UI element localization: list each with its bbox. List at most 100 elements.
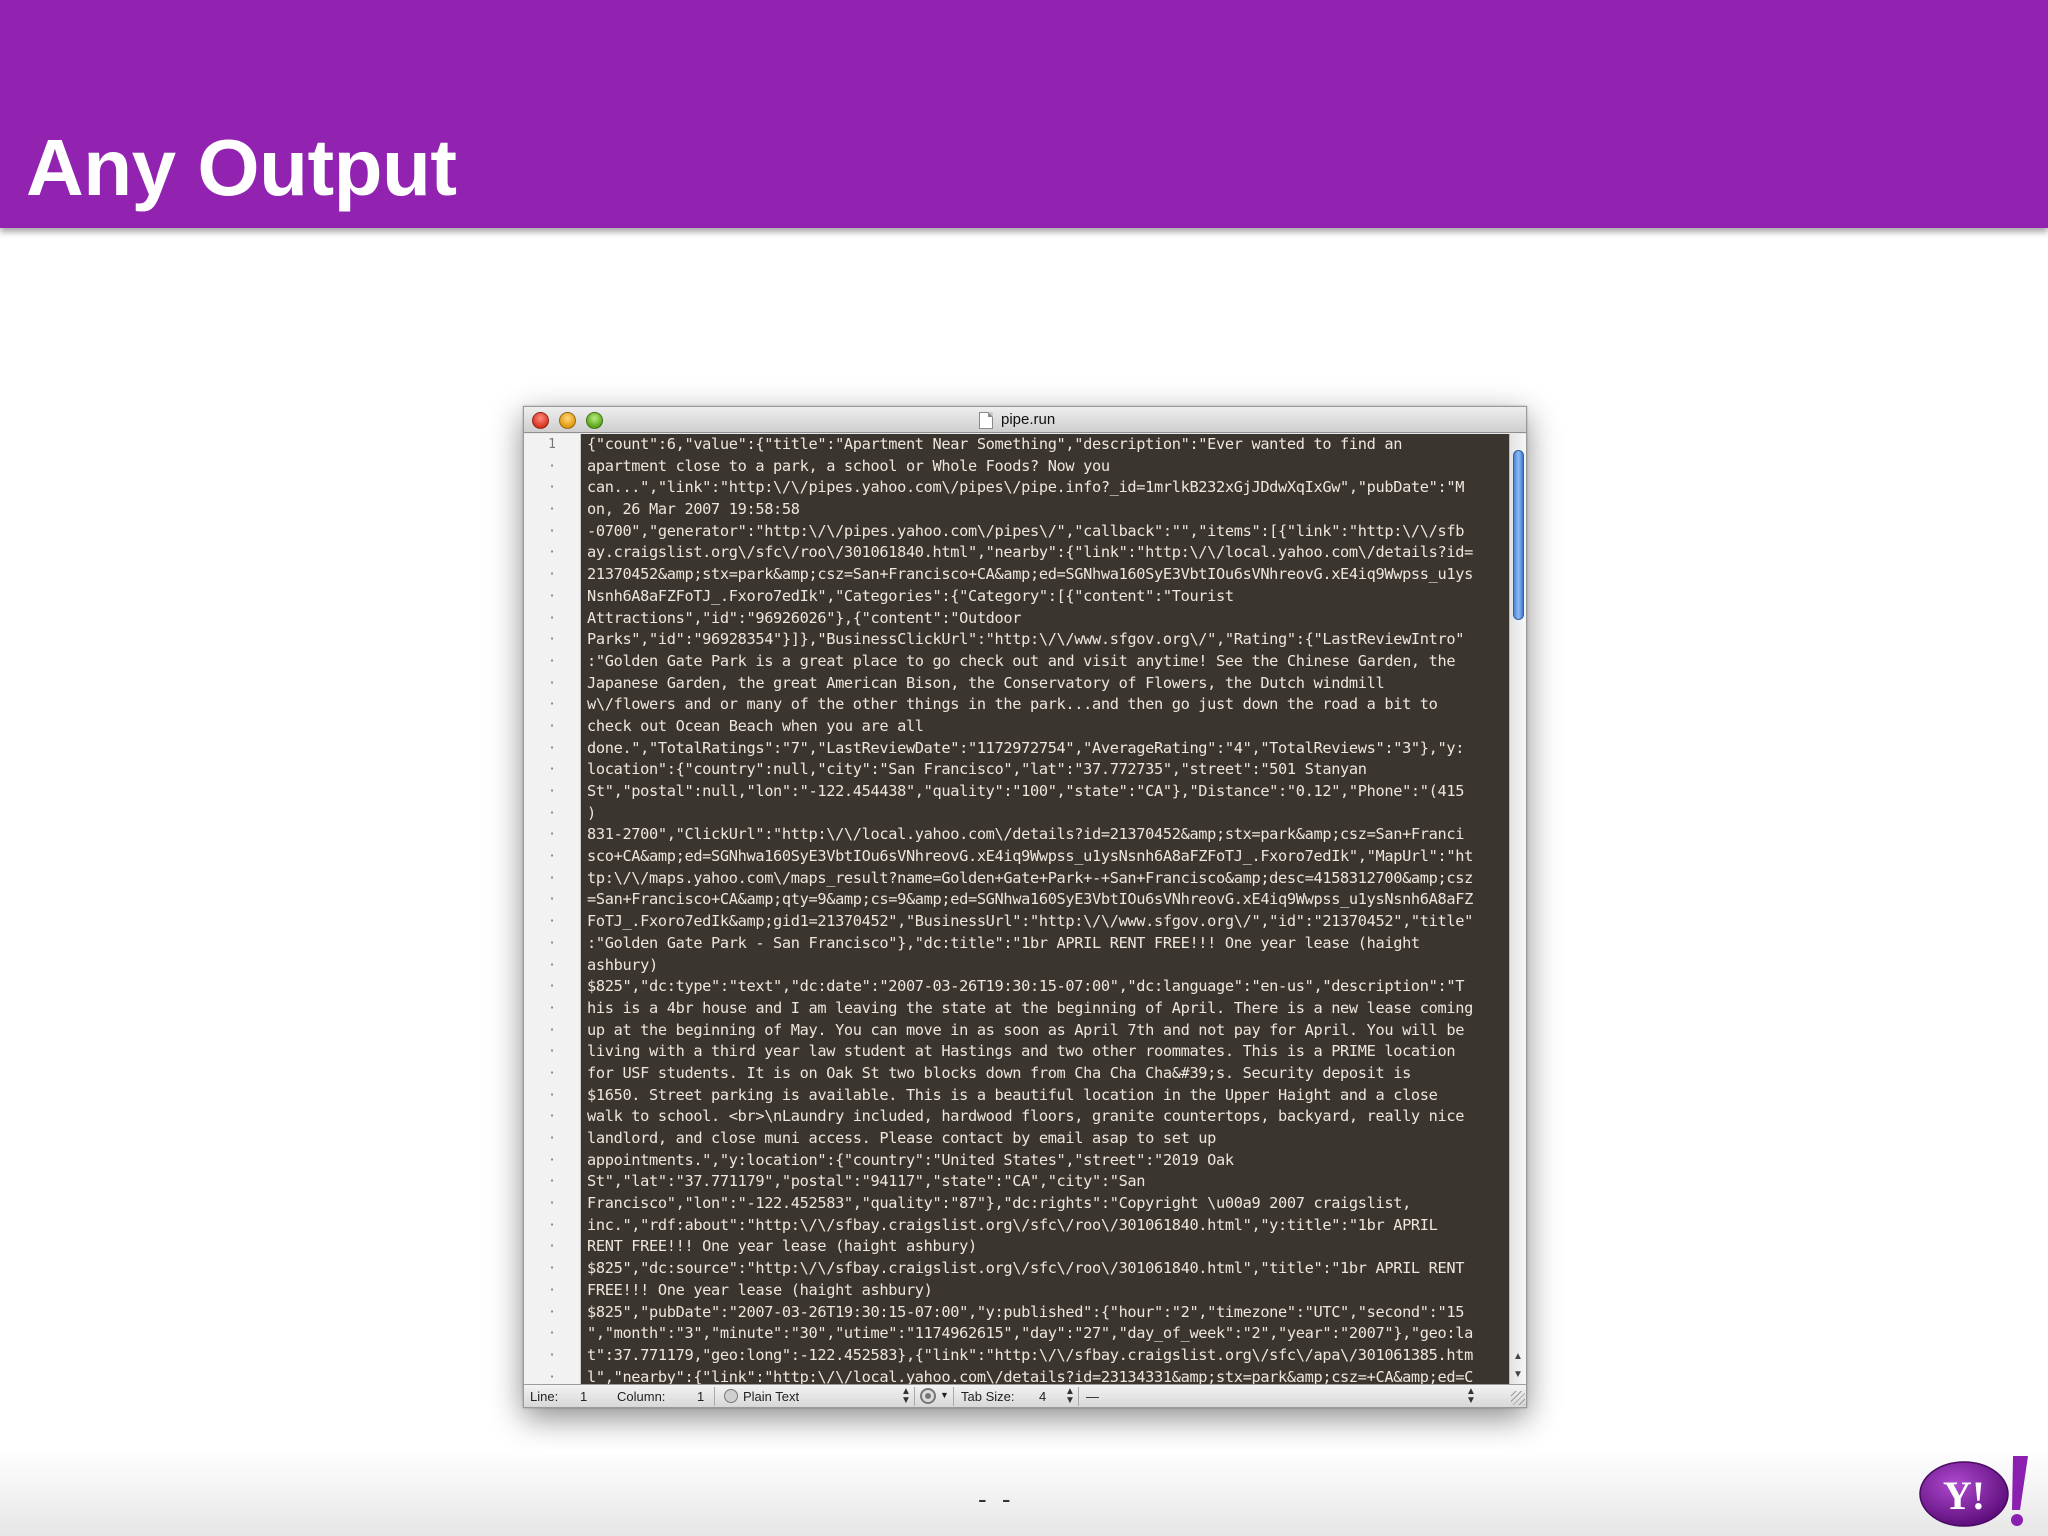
code-line[interactable]: $1650. Street parking is available. This… <box>581 1085 1509 1107</box>
code-editor[interactable]: {"count":6,"value":{"title":"Apartment N… <box>581 434 1509 1384</box>
gutter-line: · <box>548 740 556 756</box>
code-line[interactable]: his is a 4br house and I am leaving the … <box>581 998 1509 1020</box>
zoom-window-button[interactable] <box>586 412 603 429</box>
status-divider <box>953 1387 954 1406</box>
code-line[interactable]: ashbury) <box>581 955 1509 977</box>
minimize-window-button[interactable] <box>559 412 576 429</box>
code-line[interactable]: $825","dc:source":"http:\/\/sfbay.craigs… <box>581 1258 1509 1280</box>
syntax-updown-icon[interactable]: ▲ ▼ <box>901 1387 911 1406</box>
gutter-line: · <box>548 1282 556 1298</box>
gutter-line: · <box>548 979 556 995</box>
gutter-line: · <box>548 957 556 973</box>
gutter-line: · <box>548 805 556 821</box>
code-line[interactable]: Attractions","id":"96926026"},{"content"… <box>581 608 1509 630</box>
code-line[interactable]: on, 26 Mar 2007 19:58:58 <box>581 499 1509 521</box>
gutter-line: · <box>548 567 556 583</box>
code-line[interactable]: Parks","id":"96928354"}]},"BusinessClick… <box>581 629 1509 651</box>
slide-title: Any Output <box>26 123 457 212</box>
status-divider <box>714 1387 715 1406</box>
code-line[interactable]: ","month":"3","minute":"30","utime":"117… <box>581 1323 1509 1345</box>
scroll-up-arrow-icon[interactable]: ▲ <box>1510 1349 1526 1365</box>
tab-size-value[interactable]: 4 <box>1039 1389 1046 1404</box>
code-line[interactable]: Nsnh6A8aFZFoTJ_.Fxoro7edIk","Categories"… <box>581 586 1509 608</box>
code-line[interactable]: -0700","generator":"http:\/\/pipes.yahoo… <box>581 521 1509 543</box>
vertical-scrollbar[interactable]: ▲ ▼ <box>1509 434 1526 1384</box>
gutter-line: · <box>548 892 556 908</box>
gutter-line: · <box>548 1022 556 1038</box>
code-line[interactable]: {"count":6,"value":{"title":"Apartment N… <box>581 434 1509 456</box>
code-line[interactable]: FoTJ_.Fxoro7edIk&amp;gid1=21370452","Bus… <box>581 911 1509 933</box>
code-line[interactable]: up at the beginning of May. You can move… <box>581 1020 1509 1042</box>
close-window-button[interactable] <box>532 412 549 429</box>
gutter-line: · <box>548 1174 556 1190</box>
status-divider <box>1078 1387 1079 1406</box>
gutter-line: · <box>548 653 556 669</box>
yahoo-logo-icon: Y! <box>1919 1456 2028 1527</box>
code-line[interactable]: Francisco","lon":"-122.452583","quality"… <box>581 1193 1509 1215</box>
syntax-selector[interactable]: Plain Text <box>743 1389 799 1404</box>
gutter-line: · <box>548 523 556 539</box>
code-line[interactable]: St","lat":"37.771179","postal":"94117","… <box>581 1171 1509 1193</box>
clock-icon <box>724 1389 738 1403</box>
status-bar: Line: 1 Column: 1 Plain Text ▲ ▼ ▼ Tab Si… <box>524 1384 1526 1407</box>
code-line[interactable]: FREE!!! One year lease (haight ashbury) <box>581 1280 1509 1302</box>
gear-icon[interactable] <box>920 1388 936 1404</box>
gutter-line: · <box>548 1304 556 1320</box>
logo-text: Y! <box>1943 1473 1985 1518</box>
gutter-line: · <box>548 849 556 865</box>
gear-menu-arrow-icon[interactable]: ▼ <box>940 1390 949 1400</box>
symbol-updown-icon[interactable]: ▲ ▼ <box>1466 1387 1476 1406</box>
code-line[interactable]: done.","TotalRatings":"7","LastReviewDat… <box>581 738 1509 760</box>
gutter-line: · <box>548 1217 556 1233</box>
code-line[interactable]: apartment close to a park, a school or W… <box>581 456 1509 478</box>
gutter-line: · <box>548 784 556 799</box>
gutter-line: · <box>548 610 556 626</box>
gutter-line: · <box>548 1087 556 1103</box>
code-line[interactable]: tp:\/\/maps.yahoo.com\/maps_result?name=… <box>581 868 1509 890</box>
window-titlebar[interactable]: pipe.run <box>524 407 1526 433</box>
code-line[interactable]: St","postal":null,"lon":"-122.454438","q… <box>581 781 1509 803</box>
code-line[interactable]: for USF students. It is on Oak St two bl… <box>581 1063 1509 1085</box>
code-line[interactable]: $825","dc:type":"text","dc:date":"2007-0… <box>581 976 1509 998</box>
gutter-line: · <box>548 697 556 713</box>
code-line[interactable]: ) <box>581 803 1509 825</box>
gutter-line: · <box>548 1044 556 1060</box>
tab-size-updown-icon[interactable]: ▲ ▼ <box>1065 1387 1075 1406</box>
code-line[interactable]: appointments.","y:location":{"country":"… <box>581 1150 1509 1172</box>
code-line[interactable]: Japanese Garden, the great American Biso… <box>581 673 1509 695</box>
resize-grip-icon[interactable] <box>1511 1391 1525 1405</box>
code-line[interactable]: 831-2700","ClickUrl":"http:\/\/local.yah… <box>581 824 1509 846</box>
code-line[interactable]: :"Golden Gate Park - San Francisco"},"dc… <box>581 933 1509 955</box>
tab-size-label: Tab Size: <box>961 1389 1015 1404</box>
gutter-line: · <box>548 1000 556 1016</box>
code-line[interactable]: w\/flowers and or many of the other thin… <box>581 694 1509 716</box>
gutter-line: · <box>548 588 556 604</box>
code-line[interactable]: l","nearby":{"link":"http:\/\/local.yaho… <box>581 1367 1509 1384</box>
code-line[interactable]: living with a third year law student at … <box>581 1041 1509 1063</box>
code-line[interactable]: inc.","rdf:about":"http:\/\/sfbay.craigs… <box>581 1215 1509 1237</box>
code-line[interactable]: can...","link":"http:\/\/pipes.yahoo.com… <box>581 477 1509 499</box>
gutter-line: 1 <box>548 437 556 452</box>
scroll-down-arrow-icon[interactable]: ▼ <box>1510 1367 1526 1383</box>
gutter-line: · <box>548 1152 556 1168</box>
code-line[interactable]: check out Ocean Beach when you are all <box>581 716 1509 738</box>
gutter-line: · <box>548 1369 556 1384</box>
code-line[interactable]: landlord, and close muni access. Please … <box>581 1128 1509 1150</box>
code-line[interactable]: RENT FREE!!! One year lease (haight ashb… <box>581 1236 1509 1258</box>
gutter-line: · <box>548 1326 556 1342</box>
code-line[interactable]: $825","pubDate":"2007-03-26T19:30:15-07:… <box>581 1302 1509 1324</box>
code-line[interactable]: t":37.771179,"geo:long":-122.452583},{"l… <box>581 1345 1509 1367</box>
code-line[interactable]: location":{"country":null,"city":"San Fr… <box>581 759 1509 781</box>
code-line[interactable]: ay.craigslist.org\/sfc\/roo\/301061840.h… <box>581 542 1509 564</box>
code-line[interactable]: walk to school. <br>\nLaundry included, … <box>581 1106 1509 1128</box>
code-line[interactable]: 21370452&amp;stx=park&amp;csz=San+Franci… <box>581 564 1509 586</box>
code-line[interactable]: =San+Francisco+CA&amp;qty=9&amp;cs=9&amp… <box>581 889 1509 911</box>
code-line[interactable]: :"Golden Gate Park is a great place to g… <box>581 651 1509 673</box>
symbol-selector[interactable]: — <box>1086 1389 1099 1404</box>
scrollbar-thumb[interactable] <box>1513 450 1524 620</box>
window-title: pipe.run <box>1001 411 1056 428</box>
gutter-line: · <box>548 870 556 886</box>
page-number: - - <box>978 1484 1015 1514</box>
document-icon <box>979 412 993 429</box>
code-line[interactable]: sco+CA&amp;ed=SGNhwa160SyE3VbtIOu6sVNhre… <box>581 846 1509 868</box>
